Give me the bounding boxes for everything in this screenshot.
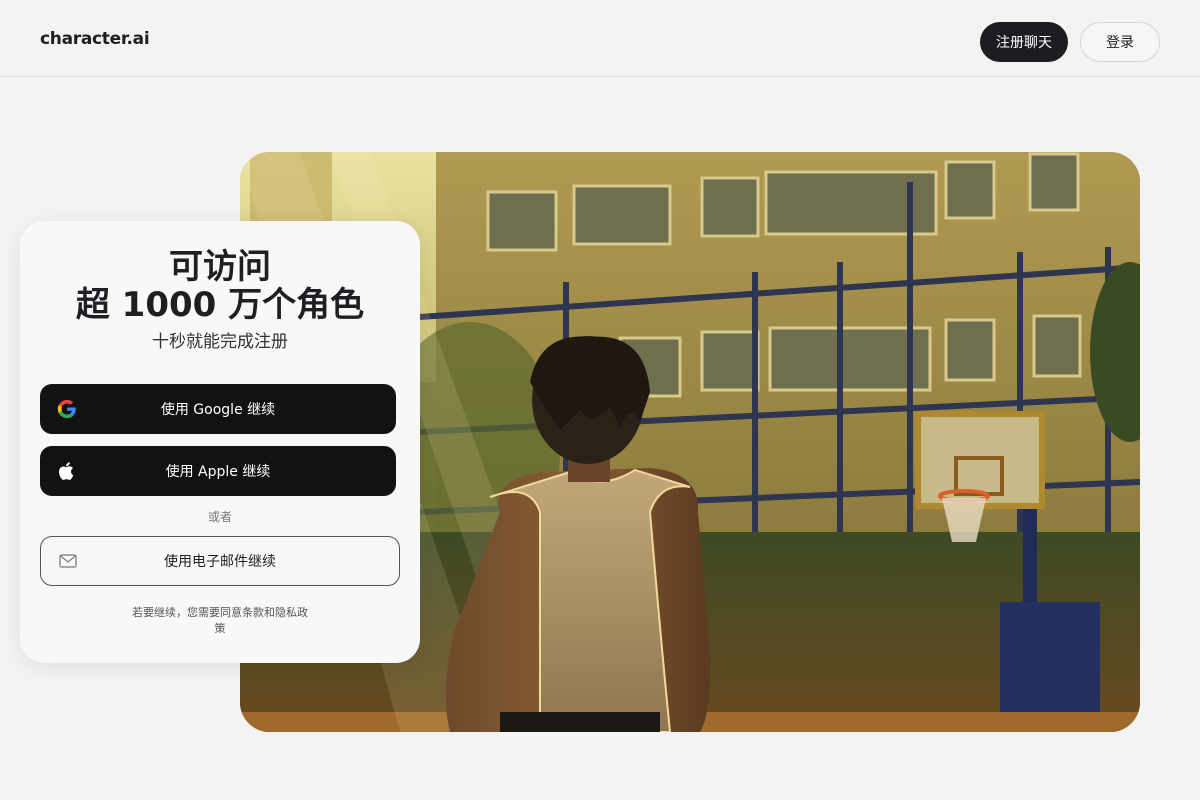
apple-button-label: 使用 Apple 继续 bbox=[165, 464, 271, 480]
card-title-line2: 超 1000 万个角色 bbox=[75, 285, 365, 325]
top-bar: character.ai 注册聊天 登录 bbox=[0, 0, 1200, 77]
mail-icon bbox=[59, 554, 77, 568]
google-signin-button[interactable]: 使用 Google 继续 bbox=[40, 384, 396, 434]
google-button-label: 使用 Google 继续 bbox=[160, 402, 276, 418]
apple-signin-button[interactable]: 使用 Apple 继续 bbox=[40, 446, 396, 496]
login-button[interactable]: 登录 bbox=[1080, 22, 1160, 62]
terms-text[interactable]: 若要继续，您需要同意条款和隐私政策 bbox=[128, 605, 312, 637]
signup-button[interactable]: 注册聊天 bbox=[980, 22, 1068, 62]
google-icon bbox=[57, 399, 76, 419]
logo[interactable]: character.ai bbox=[40, 29, 150, 49]
card-subtitle: 十秒就能完成注册 bbox=[152, 332, 288, 352]
signup-card: 可访问 超 1000 万个角色 十秒就能完成注册 使用 Google 继续 使用… bbox=[20, 221, 420, 663]
email-signin-button[interactable]: 使用电子邮件继续 bbox=[40, 536, 400, 586]
or-divider: 或者 bbox=[207, 510, 232, 524]
email-button-label: 使用电子邮件继续 bbox=[164, 554, 276, 570]
apple-icon bbox=[59, 462, 74, 480]
card-title-line1: 可访问 bbox=[169, 247, 271, 287]
